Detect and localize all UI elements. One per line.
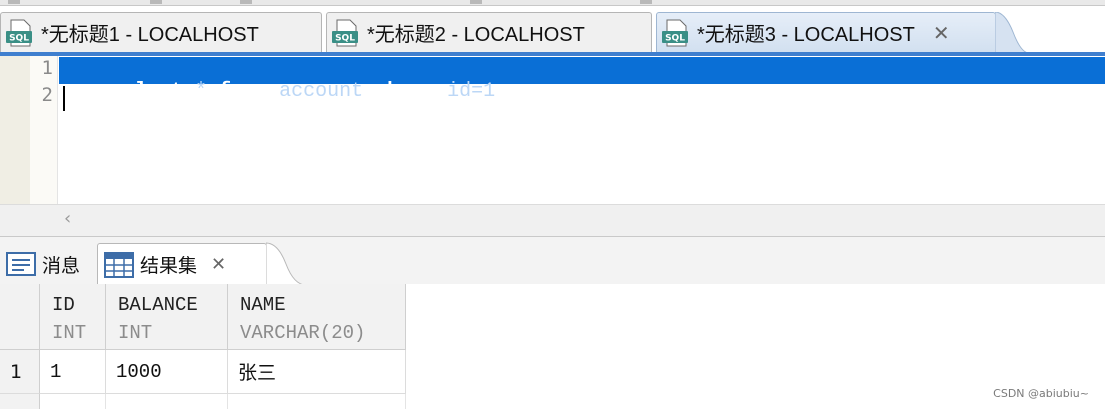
code-star: * — [183, 80, 220, 103]
column-type: INT — [52, 322, 87, 344]
sql-file-icon: SQL — [5, 19, 35, 47]
toolbar-icon[interactable] — [8, 0, 20, 4]
column-name: ID — [52, 294, 75, 316]
line-number: 2 — [41, 84, 53, 106]
code-line-1: select * from account where id=1 — [63, 57, 495, 126]
empty-cell — [228, 394, 406, 409]
table-cell-id[interactable]: 1 — [40, 350, 106, 394]
column-type: VARCHAR(20) — [240, 322, 366, 344]
tab-result-set[interactable]: 结果集 ✕ — [97, 243, 267, 285]
empty-cell — [106, 394, 228, 409]
toolbar-icon[interactable] — [470, 0, 482, 4]
svg-text:SQL: SQL — [665, 33, 685, 43]
tab-slant — [266, 242, 306, 286]
toolbar-icon[interactable] — [150, 0, 162, 4]
grid-corner — [0, 284, 40, 350]
table-icon — [104, 251, 134, 279]
editor-horizontal-scrollbar[interactable]: ‹ — [0, 204, 1105, 236]
empty-cell — [40, 394, 106, 409]
editor-tab-label: *无标题3 - LOCALHOST — [697, 24, 915, 46]
message-icon — [6, 252, 36, 276]
keyword-where: where — [375, 80, 436, 103]
result-grid: ID INT BALANCE INT NAME VARCHAR(20) 1 1 … — [0, 284, 1105, 409]
svg-text:SQL: SQL — [335, 33, 355, 43]
keyword-select: select — [111, 80, 184, 103]
sql-file-icon: SQL — [661, 19, 691, 47]
toolbar-icon[interactable] — [640, 0, 652, 4]
editor-tab-label: *无标题2 - LOCALHOST — [367, 24, 585, 46]
toolbar-icon[interactable] — [240, 0, 252, 4]
code-condition: id=1 — [435, 80, 496, 103]
row-number[interactable]: 1 — [0, 350, 40, 394]
editor-tab-3[interactable]: SQL *无标题3 - LOCALHOST ✕ — [656, 12, 1029, 53]
editor-tab-bar: SQL *无标题1 - LOCALHOST SQL *无标题2 - LOCALH… — [0, 6, 1105, 53]
column-type: INT — [118, 322, 153, 344]
table-cell-balance[interactable]: 1000 — [106, 350, 228, 394]
result-tab-bar: 消息 结果集 ✕ — [0, 236, 1105, 286]
close-icon[interactable]: ✕ — [211, 254, 226, 275]
text-caret — [63, 86, 65, 111]
column-header-balance[interactable]: BALANCE INT — [106, 284, 228, 350]
line-number: 1 — [41, 57, 53, 79]
close-icon[interactable]: ✕ — [933, 21, 950, 45]
code-table-name: account — [267, 80, 376, 103]
column-name: BALANCE — [118, 294, 198, 316]
line-number-column: 1 2 — [30, 56, 58, 204]
editor-tab-label: *无标题1 - LOCALHOST — [41, 24, 259, 46]
sql-editor[interactable]: select * from account where id=1 — [59, 56, 1105, 204]
tab-messages[interactable]: 消息 — [0, 243, 96, 285]
svg-text:SQL: SQL — [9, 33, 29, 43]
tab-label: 消息 — [42, 254, 81, 277]
scroll-left-icon[interactable]: ‹ — [64, 208, 71, 229]
column-header-name[interactable]: NAME VARCHAR(20) — [228, 284, 406, 350]
editor-tab-1[interactable]: SQL *无标题1 - LOCALHOST — [0, 12, 322, 52]
table-cell-name[interactable]: 张三 — [228, 350, 406, 394]
editor-gutter — [0, 56, 30, 204]
column-name: NAME — [240, 294, 286, 316]
keyword-from: from — [219, 80, 268, 103]
column-header-id[interactable]: ID INT — [40, 284, 106, 350]
editor-tab-2[interactable]: SQL *无标题2 - LOCALHOST — [326, 12, 652, 52]
watermark: CSDN @abiubiu~ — [993, 387, 1089, 400]
tab-slant — [995, 12, 1029, 53]
sql-file-icon: SQL — [331, 19, 361, 47]
tab-label: 结果集 — [140, 255, 198, 277]
row-number-empty — [0, 394, 40, 409]
